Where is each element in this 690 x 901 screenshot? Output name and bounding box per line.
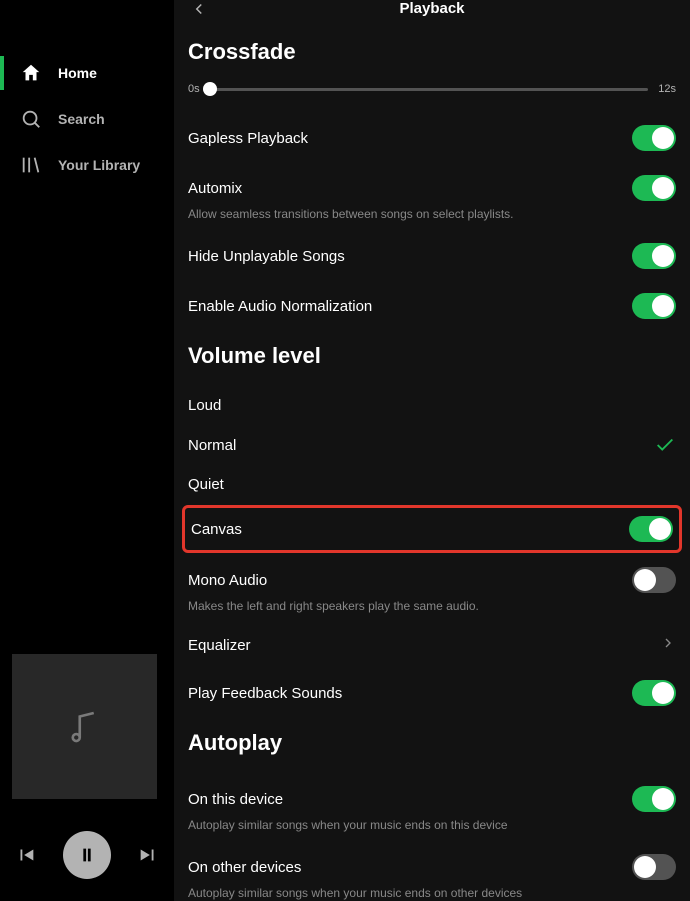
setting-desc-autoplay-other-devices: Autoplay similar songs when your music e… [188, 886, 676, 900]
next-track-button[interactable] [134, 841, 162, 869]
crossfade-max-label: 12s [658, 83, 676, 95]
setting-label: Hide Unplayable Songs [188, 248, 345, 265]
section-title-autoplay: Autoplay [188, 730, 676, 756]
now-playing [0, 642, 174, 811]
music-note-icon [64, 706, 106, 748]
setting-label: On other devices [188, 859, 301, 876]
album-art-placeholder[interactable] [12, 654, 157, 799]
back-button[interactable] [190, 0, 208, 17]
setting-autoplay-this-device: On this device [188, 774, 676, 824]
settings-content: Crossfade 0s 12s Gapless Playback Automi… [174, 17, 690, 901]
toggle-mono-audio[interactable] [632, 567, 676, 593]
sidebar-item-home[interactable]: Home [0, 50, 174, 96]
setting-label: Equalizer [188, 637, 251, 654]
player-controls [0, 811, 174, 901]
sidebar-item-label: Home [58, 65, 97, 81]
sidebar-item-label: Search [58, 111, 105, 127]
sidebar-item-library[interactable]: Your Library [0, 142, 174, 188]
setting-mono-audio: Mono Audio [188, 555, 676, 605]
previous-track-button[interactable] [12, 841, 40, 869]
setting-desc-automix: Allow seamless transitions between songs… [188, 207, 676, 221]
crossfade-slider-thumb[interactable] [203, 82, 217, 96]
checkmark-icon [654, 434, 676, 456]
setting-automix: Automix [188, 163, 676, 213]
toggle-canvas[interactable] [629, 516, 673, 542]
setting-audio-normalization: Enable Audio Normalization [188, 281, 676, 331]
setting-label: Canvas [191, 521, 242, 538]
setting-label: On this device [188, 791, 283, 808]
volume-option-label: Loud [188, 397, 221, 414]
toggle-automix[interactable] [632, 175, 676, 201]
setting-play-feedback-sounds: Play Feedback Sounds [188, 668, 676, 718]
crossfade-slider[interactable] [210, 88, 649, 91]
setting-label: Play Feedback Sounds [188, 685, 342, 702]
home-icon [20, 62, 42, 84]
setting-autoplay-other-devices: On other devices [188, 842, 676, 892]
setting-canvas: Canvas [182, 505, 682, 553]
setting-label: Automix [188, 180, 242, 197]
setting-equalizer[interactable]: Equalizer [188, 623, 676, 668]
search-icon [20, 108, 42, 130]
header: Playback [174, 0, 690, 17]
volume-option-normal[interactable]: Normal [188, 424, 676, 466]
section-title-crossfade: Crossfade [188, 39, 676, 65]
volume-option-quiet[interactable]: Quiet [188, 466, 676, 503]
volume-option-label: Normal [188, 437, 236, 454]
main-panel: Playback Crossfade 0s 12s Gapless Playba… [174, 0, 690, 901]
sidebar: Home Search Your Library [0, 0, 174, 901]
volume-option-label: Quiet [188, 476, 224, 493]
sidebar-item-label: Your Library [58, 157, 140, 173]
play-pause-button[interactable] [63, 831, 111, 879]
setting-desc-autoplay-this-device: Autoplay similar songs when your music e… [188, 818, 676, 832]
library-icon [20, 154, 42, 176]
chevron-left-icon [190, 0, 208, 18]
sidebar-item-search[interactable]: Search [0, 96, 174, 142]
setting-gapless-playback: Gapless Playback [188, 113, 676, 163]
crossfade-slider-row: 0s 12s [188, 83, 676, 95]
chevron-right-icon [660, 635, 676, 656]
toggle-hide-unplayable[interactable] [632, 243, 676, 269]
setting-label: Mono Audio [188, 572, 267, 589]
pause-icon [76, 844, 98, 866]
section-title-volume-level: Volume level [188, 343, 676, 369]
volume-option-loud[interactable]: Loud [188, 387, 676, 424]
setting-hide-unplayable: Hide Unplayable Songs [188, 231, 676, 281]
toggle-autoplay-other-devices[interactable] [632, 854, 676, 880]
page-title: Playback [399, 0, 464, 17]
toggle-audio-normalization[interactable] [632, 293, 676, 319]
setting-label: Gapless Playback [188, 130, 308, 147]
setting-label: Enable Audio Normalization [188, 298, 372, 315]
setting-desc-mono: Makes the left and right speakers play t… [188, 599, 676, 613]
toggle-gapless-playback[interactable] [632, 125, 676, 151]
toggle-play-feedback-sounds[interactable] [632, 680, 676, 706]
toggle-autoplay-this-device[interactable] [632, 786, 676, 812]
crossfade-min-label: 0s [188, 83, 200, 95]
